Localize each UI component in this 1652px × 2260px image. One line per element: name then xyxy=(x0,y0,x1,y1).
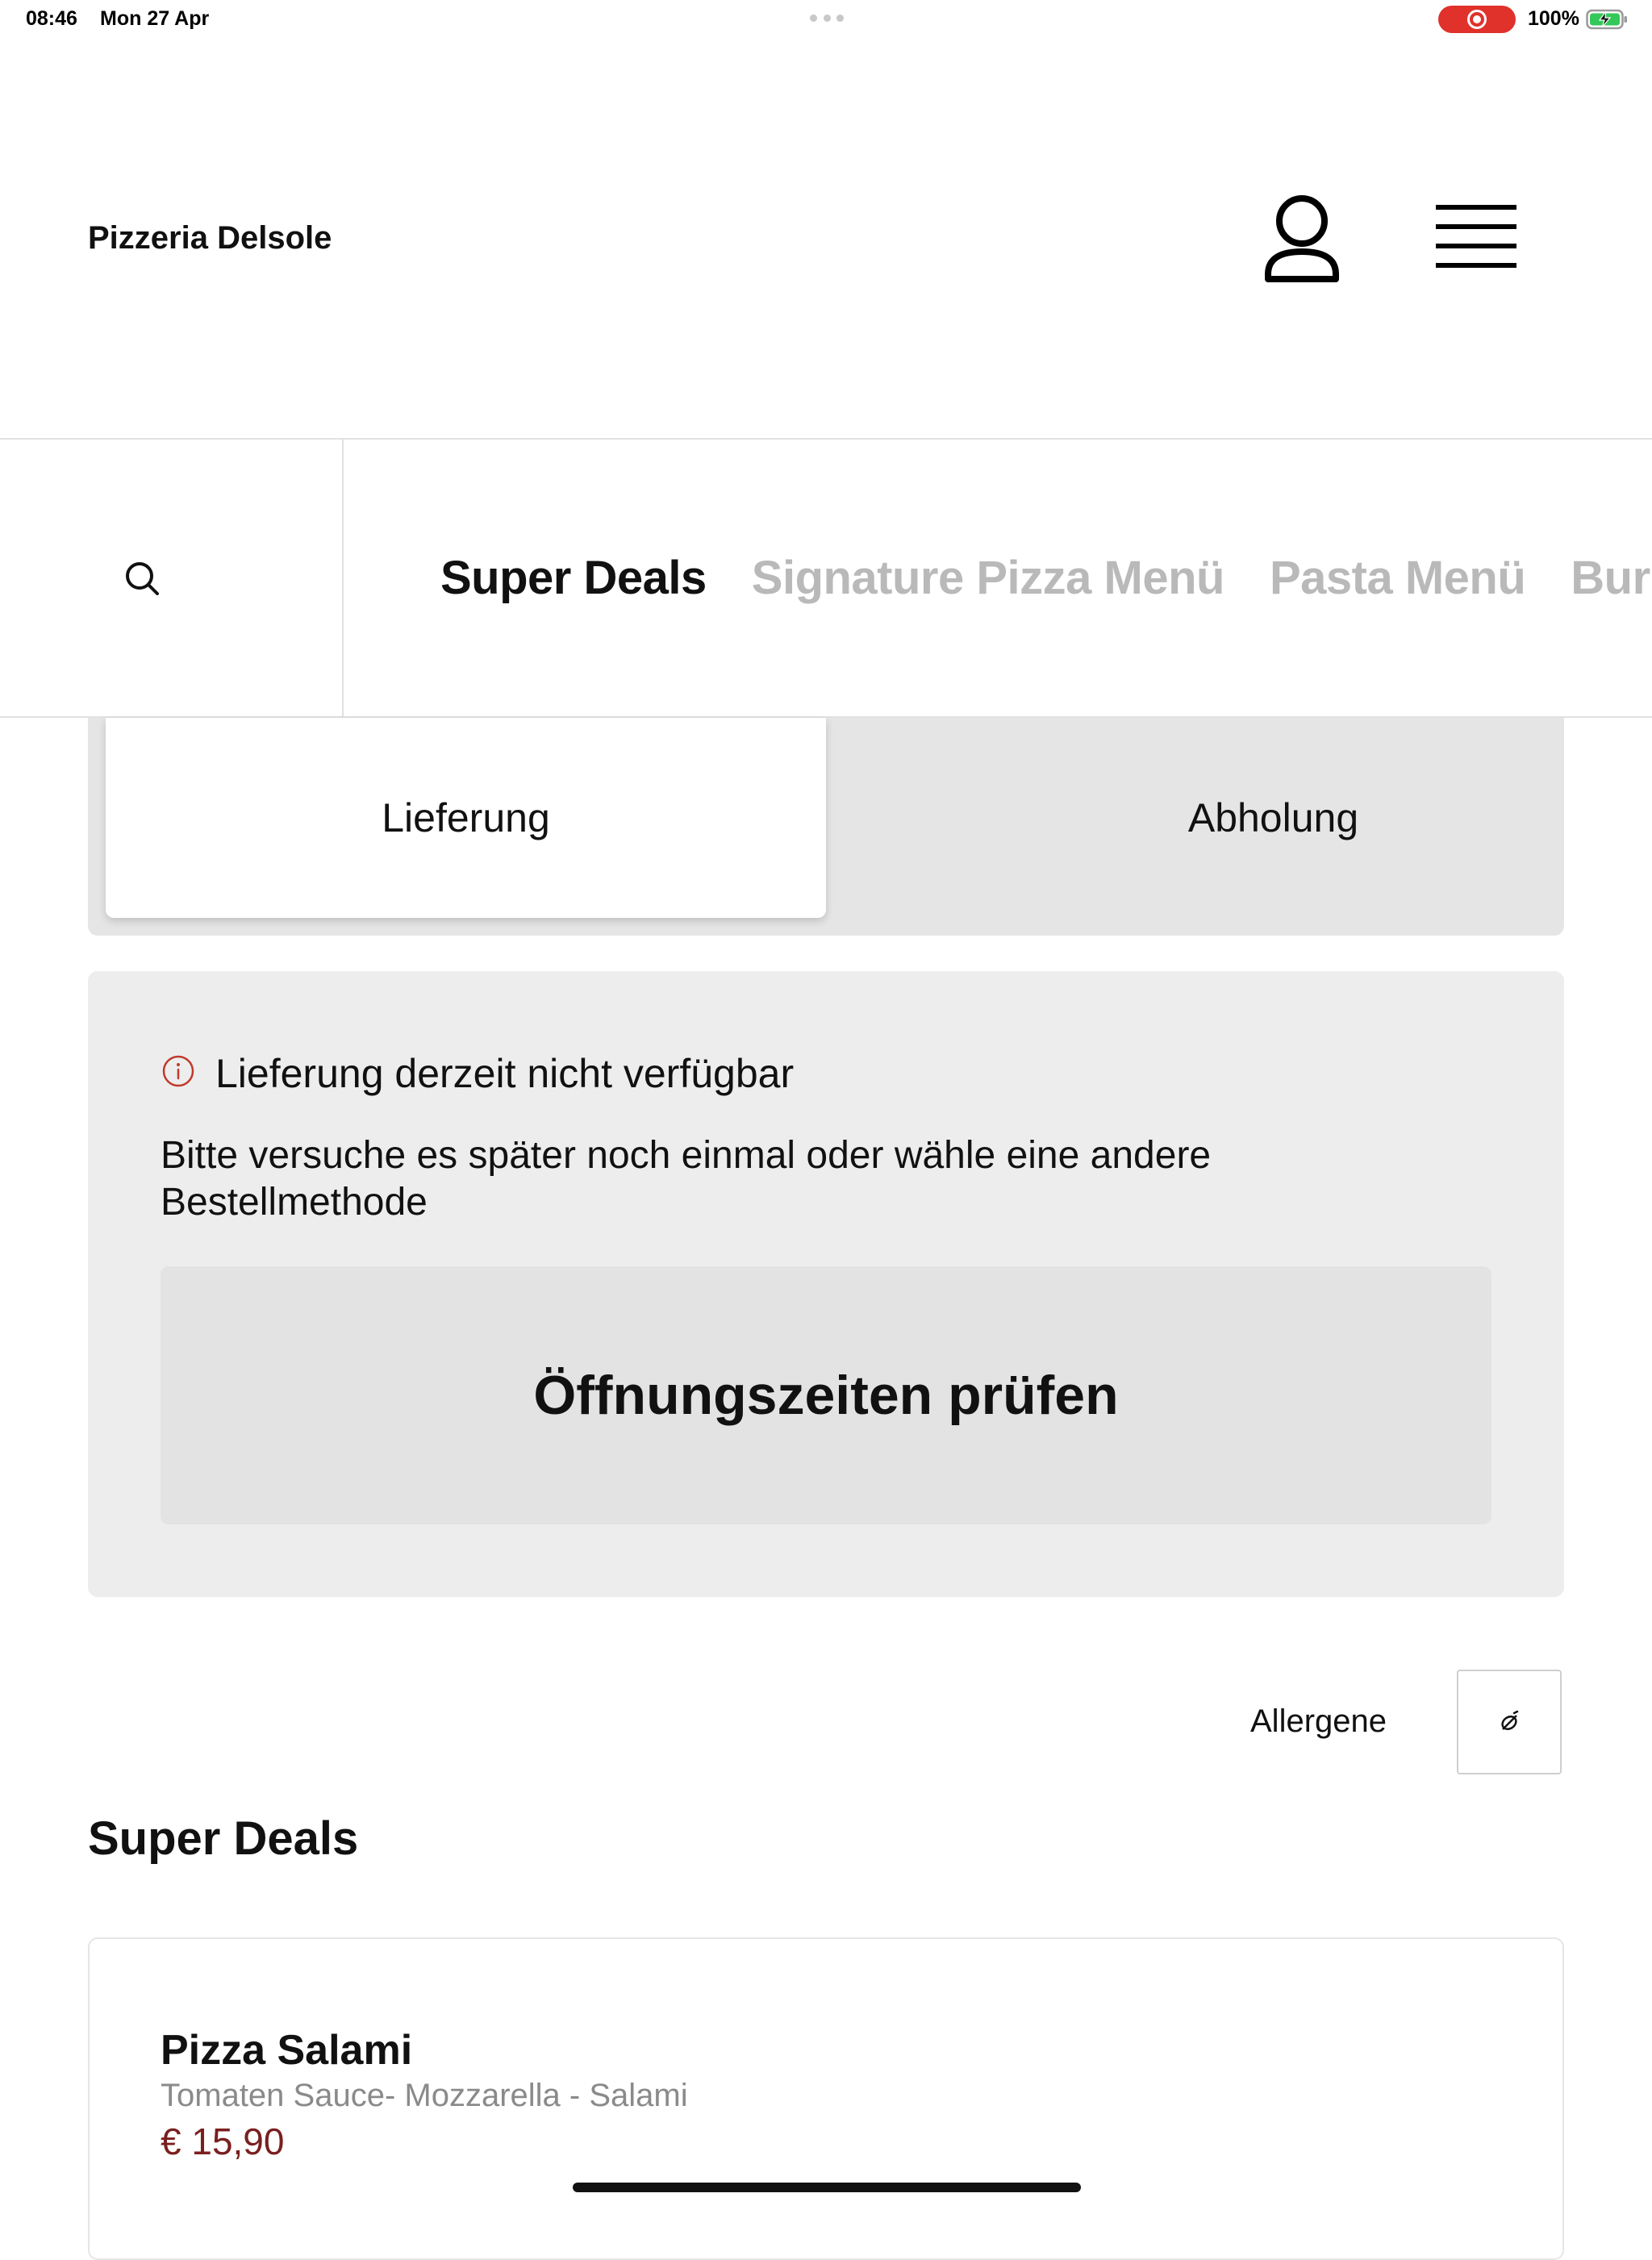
multitasking-dots-icon[interactable] xyxy=(810,15,844,23)
info-icon xyxy=(162,1055,194,1087)
product-description: Tomaten Sauce- Mozzarella - Salami xyxy=(161,2078,688,2113)
allergens-button[interactable] xyxy=(1457,1670,1562,1774)
category-bar: Super Deals Signature Pizza Menü Pasta M… xyxy=(0,440,1652,718)
delivery-option[interactable]: Lieferung xyxy=(106,718,826,918)
menu-button[interactable] xyxy=(1433,203,1521,276)
person-icon xyxy=(1265,195,1339,282)
product-price: € 15,90 xyxy=(161,2120,285,2162)
notice-title: Lieferung derzeit nicht verfügbar xyxy=(215,1051,795,1096)
notice-message: Bitte versuche es später noch einmal ode… xyxy=(161,1134,1212,1224)
product-card[interactable]: Pizza Salami Tomaten Sauce- Mozzarella -… xyxy=(88,1937,1564,2260)
battery-percent: 100% xyxy=(1528,7,1579,30)
product-name: Pizza Salami xyxy=(161,2027,413,2074)
status-date: Mon 27 Apr xyxy=(100,7,210,30)
section-title: Super Deals xyxy=(88,1812,359,1865)
allergen-filter-icon xyxy=(1501,1710,1519,1730)
search-button[interactable] xyxy=(0,440,344,716)
tab-signature-pizza-menu[interactable]: Signature Pizza Menü xyxy=(752,551,1225,605)
app-header: Pizzeria Delsole xyxy=(0,39,1652,440)
hamburger-menu-icon xyxy=(1436,205,1516,268)
brand-name[interactable]: Pizzeria Delsole xyxy=(88,220,332,256)
check-opening-hours-button[interactable]: Öffnungszeiten prüfen xyxy=(161,1266,1491,1524)
account-button[interactable] xyxy=(1258,192,1345,289)
delivery-unavailable-notice: Lieferung derzeit nicht verfügbar Bitte … xyxy=(88,971,1564,1597)
home-indicator[interactable] xyxy=(573,2183,1081,2192)
search-icon xyxy=(126,562,159,595)
screen-recording-icon[interactable] xyxy=(1438,6,1516,33)
status-time: 08:46 xyxy=(26,7,77,30)
allergens-label[interactable]: Allergene xyxy=(1250,1703,1387,1740)
tab-burger[interactable]: Bur xyxy=(1571,551,1650,605)
status-bar: 08:46 Mon 27 Apr 100% xyxy=(0,0,1652,39)
order-method-toggle: Lieferung Abholung xyxy=(88,718,1564,936)
pickup-option[interactable]: Abholung xyxy=(913,718,1633,918)
battery-charging-icon xyxy=(1586,9,1627,30)
tab-pasta-menu[interactable]: Pasta Menü xyxy=(1270,551,1526,605)
category-tabs: Super Deals Signature Pizza Menü Pasta M… xyxy=(440,440,1652,716)
tab-super-deals[interactable]: Super Deals xyxy=(440,551,707,605)
